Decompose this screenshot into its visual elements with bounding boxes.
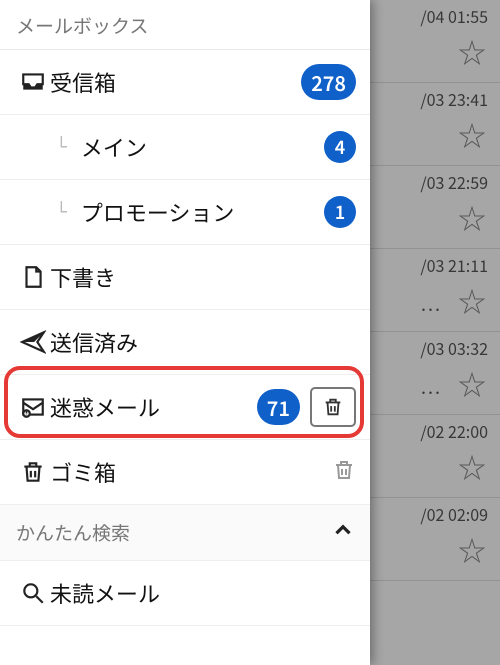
folder-drafts[interactable]: 下書き: [0, 245, 370, 310]
send-icon: [16, 329, 50, 355]
tree-branch-icon: └: [56, 202, 67, 223]
empty-spam-button[interactable]: [310, 387, 356, 427]
folder-label: プロモーション: [81, 196, 324, 228]
search-unread[interactable]: 未読メール: [0, 561, 370, 626]
folder-trash[interactable]: ゴミ箱: [0, 440, 370, 505]
folder-label: 下書き: [50, 261, 356, 293]
folder-label: ゴミ箱: [50, 456, 332, 488]
folder-label: 迷惑メール: [50, 391, 257, 423]
folder-label: 送信済み: [50, 326, 356, 358]
unread-badge: 278: [301, 64, 356, 100]
folder-inbox[interactable]: 受信箱 278: [0, 50, 370, 115]
unread-badge: 71: [257, 389, 300, 425]
unread-badge: 1: [324, 196, 356, 228]
search-icon: [16, 580, 50, 606]
inbox-icon: [16, 69, 50, 95]
section-title-mailbox: メールボックス: [0, 0, 370, 50]
folder-sent[interactable]: 送信済み: [0, 310, 370, 375]
spam-icon: [16, 394, 50, 420]
mailbox-drawer: メールボックス 受信箱 278 └ メイン 4 └ プロモーション 1 下書き: [0, 0, 370, 665]
search-label: 未読メール: [50, 577, 356, 609]
folder-label: 受信箱: [50, 66, 301, 98]
document-icon: [16, 264, 50, 290]
section-title-search: かんたん検索: [16, 519, 330, 546]
unread-badge: 4: [324, 131, 356, 163]
folder-promotions[interactable]: └ プロモーション 1: [0, 180, 370, 245]
folder-main[interactable]: └ メイン 4: [0, 115, 370, 180]
folder-label: メイン: [81, 131, 324, 163]
chevron-up-icon: [330, 517, 356, 548]
folder-spam[interactable]: 迷惑メール 71: [0, 375, 370, 440]
empty-trash-button[interactable]: [332, 458, 356, 487]
tree-branch-icon: └: [56, 137, 67, 158]
section-easy-search[interactable]: かんたん検索: [0, 505, 370, 561]
trash-icon: [16, 459, 50, 485]
